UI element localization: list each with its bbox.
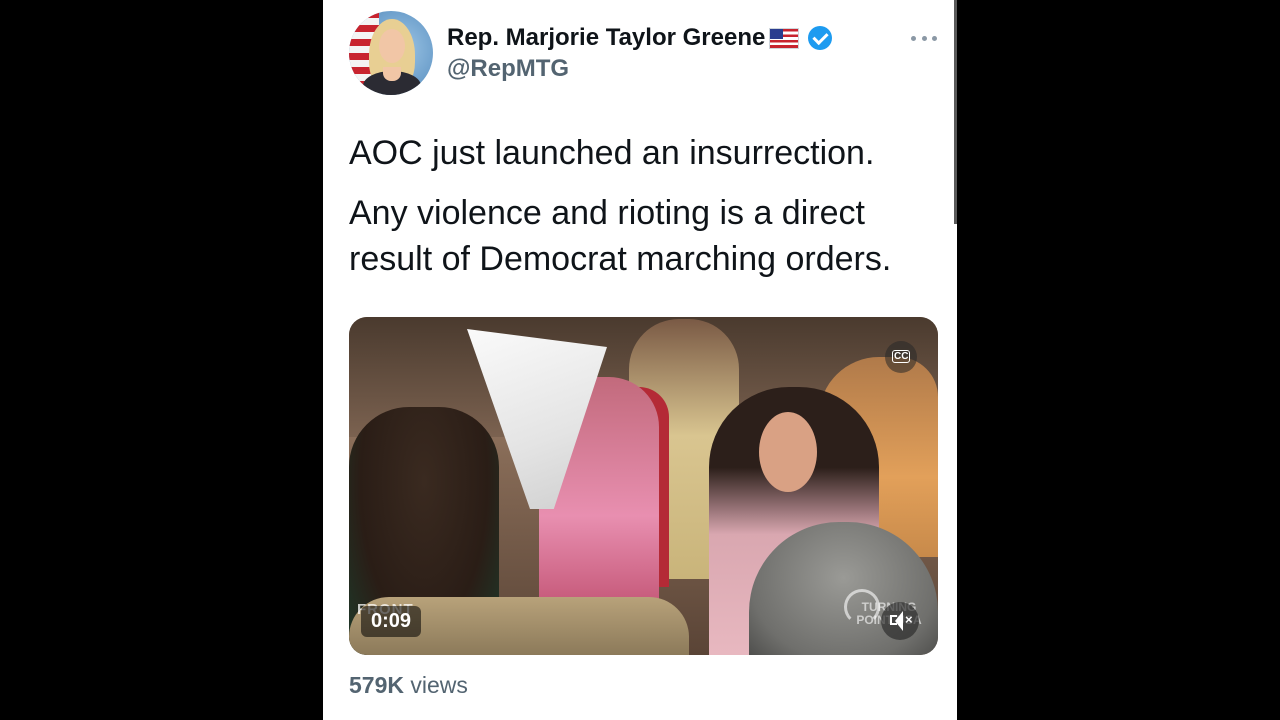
video-frame-face [759, 412, 817, 492]
display-name[interactable]: Rep. Marjorie Taylor Greene [447, 24, 833, 52]
tweet-text: AOC just launched an insurrection. Any v… [349, 130, 929, 296]
volume-muted-icon[interactable]: × [881, 602, 919, 640]
display-name-text[interactable]: Rep. Marjorie Taylor Greene [447, 24, 765, 52]
avatar-collar [383, 67, 401, 81]
avatar-face [379, 29, 405, 63]
video-player[interactable]: FRONT TURNING POINT USA 0:09 × [349, 317, 938, 655]
view-count: 579K views [349, 672, 468, 699]
user-handle[interactable]: @RepMTG [447, 55, 569, 83]
tweet-card: Rep. Marjorie Taylor Greene @RepMTG AOC … [323, 0, 957, 720]
us-flag-icon [769, 27, 800, 49]
video-duration: 0:09 [361, 606, 422, 637]
avatar[interactable] [349, 11, 433, 95]
closed-captions-icon[interactable] [885, 341, 917, 373]
scrollbar[interactable] [954, 0, 957, 224]
more-options-icon[interactable] [911, 33, 937, 43]
tweet-paragraph-1: AOC just launched an insurrection. [349, 134, 875, 172]
tweet-paragraph-2: Any violence and rioting is a direct res… [349, 194, 892, 278]
view-count-number: 579K [349, 672, 404, 698]
verified-badge-icon[interactable] [808, 26, 833, 50]
view-count-label: views [410, 672, 468, 698]
